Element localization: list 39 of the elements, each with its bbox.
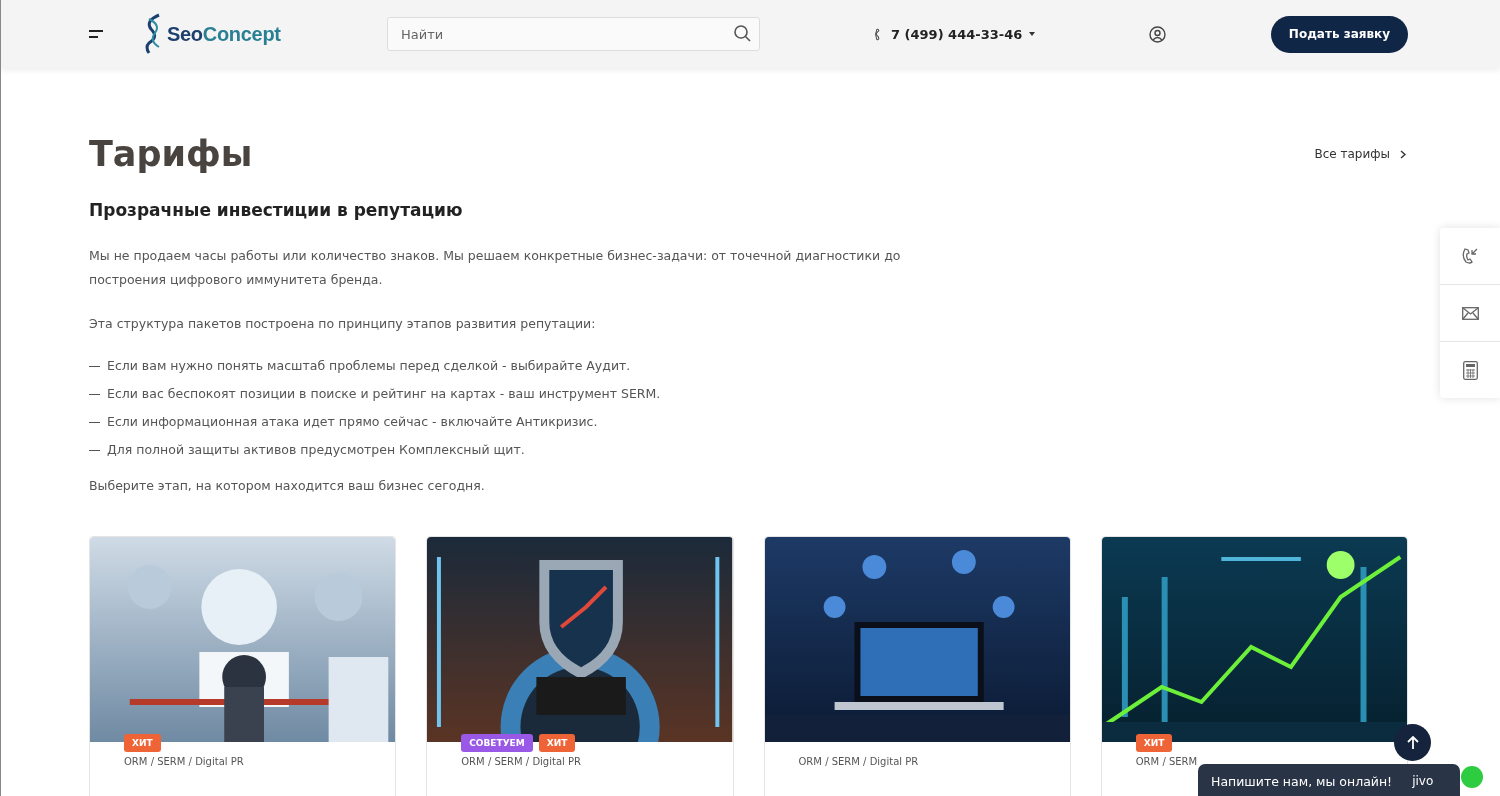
phone-icon	[1461, 247, 1479, 265]
structure-paragraph: Эта структура пакетов построена по принципу этапов развития репутации:	[89, 315, 597, 333]
chat-widget[interactable]: Напишите нам, мы онлайн! jivo	[1198, 764, 1460, 796]
card-tags: ORM / SERM / Digital PR	[124, 756, 396, 767]
list-item: Если вас беспокоят позиции в поиске и рейтинг на картах - ваш инструмент SERM.	[107, 385, 661, 403]
badge: ХИТ	[124, 734, 161, 752]
card-tags: ORM / SERM / Digital PR	[461, 756, 733, 767]
all-tariffs-link[interactable]: Все тарифы	[1314, 147, 1406, 161]
caret-icon[interactable]	[1029, 32, 1036, 36]
chat-brand: jivo	[1412, 774, 1434, 788]
intro-paragraph: Мы не продаем часы работы или количество знаков. Мы решаем конкретные бизнес-задачи: от точечной диагностики до построения цифрового иммунитета бренда.	[89, 247, 902, 289]
apply-button[interactable]: Подать заявку	[1270, 15, 1408, 53]
envelope-icon	[1461, 306, 1479, 320]
outro-paragraph: Выберите этап, на котором находится ваш бизнес сегодня.	[89, 477, 486, 495]
badge: ХИТ	[1135, 734, 1173, 752]
badge: ХИТ	[538, 734, 576, 752]
tariff-card[interactable]: СОВЕТУЕМ ХИТ ORM / SERM / Digital PR	[426, 536, 734, 796]
menu-icon[interactable]	[89, 30, 103, 38]
card-tags: ORM / SERM / Digital PR	[798, 756, 1070, 767]
search-icon[interactable]	[734, 25, 751, 42]
list-item: Если информационная атака идет прямо сейчас - включайте Антикризис.	[107, 413, 598, 431]
scroll-up-button[interactable]	[1394, 724, 1431, 761]
arrow-up-icon	[1406, 736, 1419, 749]
list-item: Для полной защиты активов предусмотрен Комплексный щит.	[107, 441, 525, 459]
card-tags: ORM / SERM	[1135, 756, 1407, 767]
badge: СОВЕТУЕМ	[461, 734, 533, 752]
user-icon[interactable]	[1149, 25, 1167, 43]
chevron-icon	[1400, 149, 1406, 159]
section-subtitle: Прозрачные инвестиции в репутацию	[89, 199, 464, 222]
section-title: Тарифы	[89, 133, 253, 176]
online-indicator	[1461, 766, 1483, 788]
tariff-card[interactable]: ХИТ ORM / SERM / Digital PR	[89, 536, 397, 796]
calculator-icon	[1462, 360, 1478, 380]
search-field[interactable]: Найти	[387, 17, 760, 51]
chat-text: Напишите нам, мы онлайн!	[1211, 773, 1393, 789]
list-item: Если вам нужно понять масштаб проблемы перед сделкой - выбирайте Аудит.	[107, 357, 631, 375]
logo-text[interactable]: SeoConcept	[167, 22, 281, 46]
phone-number[interactable]: 7 (499) 444-33-46	[891, 26, 1023, 42]
tariff-card[interactable]: ORM / SERM / Digital PR	[763, 536, 1071, 796]
